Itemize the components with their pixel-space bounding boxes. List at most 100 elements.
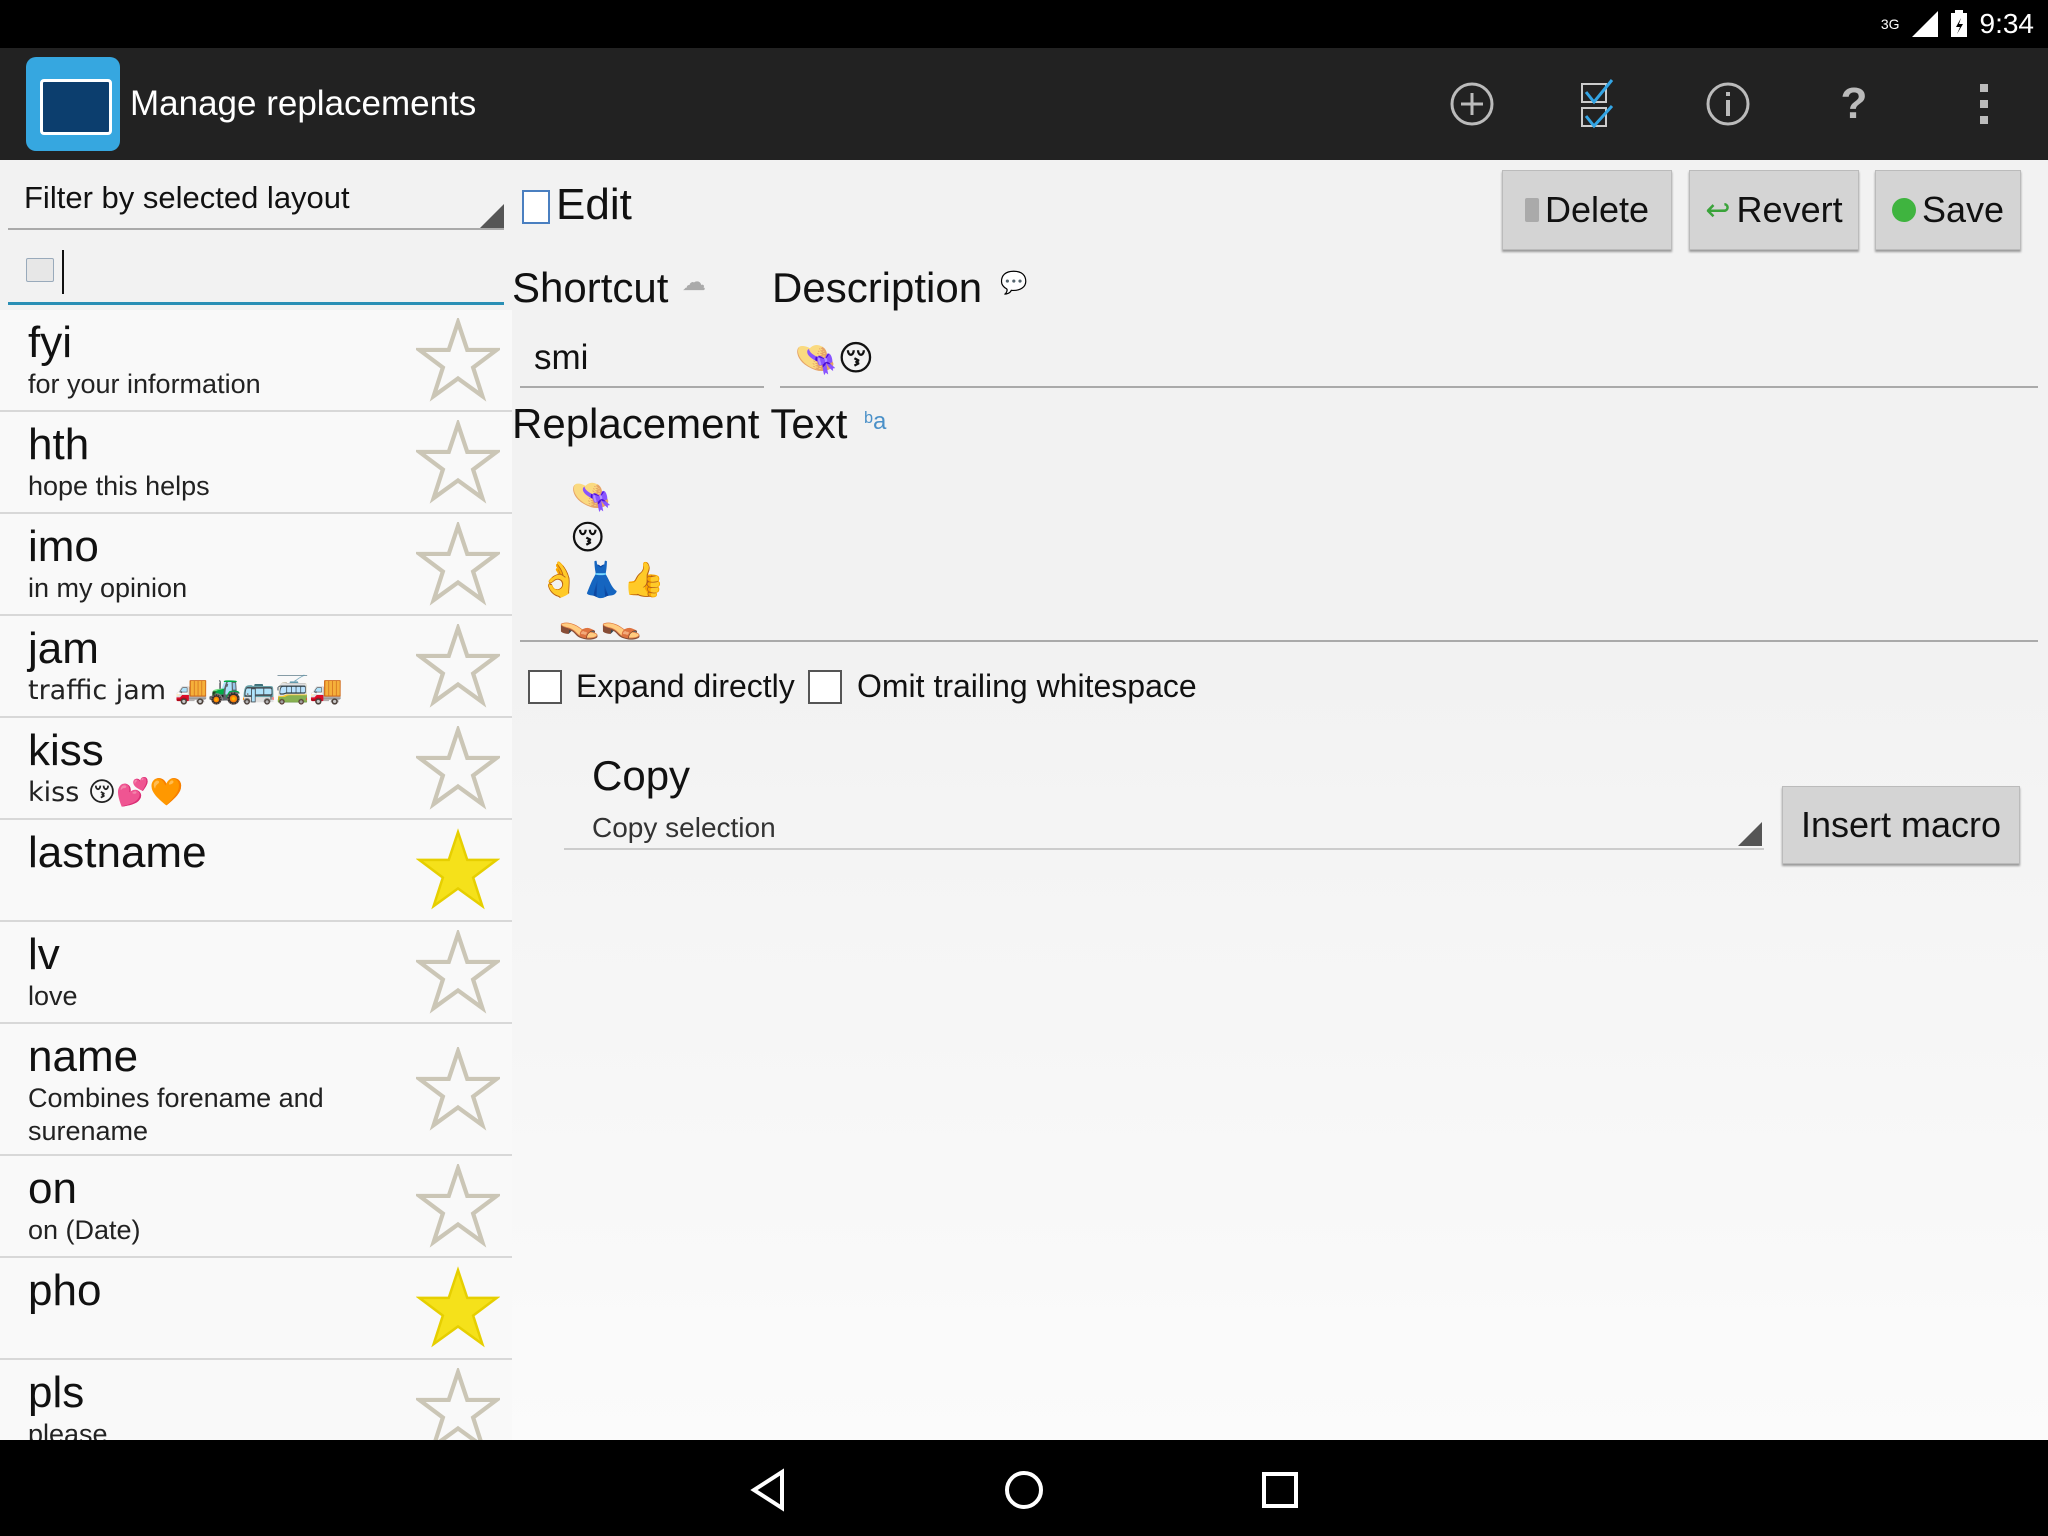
item-shortcut: pls xyxy=(28,1368,85,1417)
item-shortcut: fyi xyxy=(28,318,72,367)
checkmark-icon xyxy=(1891,198,1916,222)
filter-label: Filter by selected layout xyxy=(24,180,350,215)
add-icon[interactable] xyxy=(1442,74,1502,134)
replacement-underline xyxy=(520,640,2038,642)
list-item[interactable]: imo in my opinion xyxy=(0,514,512,616)
item-description: on (Date) xyxy=(28,1215,141,1245)
battery-icon xyxy=(1950,10,1967,37)
item-shortcut: hth xyxy=(28,420,90,469)
status-bar: 3G 9:34 xyxy=(0,0,2048,48)
star-filled-icon[interactable] xyxy=(416,1266,500,1350)
star-outline-icon[interactable] xyxy=(416,726,500,810)
action-bar: Manage replacements ? xyxy=(0,48,2048,160)
item-description: in my opinion xyxy=(28,573,188,603)
macro-title: Copy xyxy=(592,752,691,799)
replacement-line: 👒 xyxy=(570,476,613,516)
macro-subtitle: Copy selection xyxy=(592,812,776,843)
list-item[interactable]: lastname xyxy=(0,820,512,922)
save-label: Save xyxy=(1921,189,2005,230)
revert-label: Revert xyxy=(1736,189,1843,230)
list-item[interactable]: hth hope this helps xyxy=(0,412,512,514)
star-outline-icon[interactable] xyxy=(416,420,500,504)
macro-spinner[interactable]: Copy Copy selection xyxy=(564,726,1764,850)
overflow-menu-icon[interactable] xyxy=(1954,74,2014,134)
delete-button[interactable]: Delete xyxy=(1502,170,1672,250)
replacement-list-pane: Filter by selected layout fyi for your i… xyxy=(0,160,512,1440)
revert-button[interactable]: ↩ Revert xyxy=(1689,170,1859,250)
trash-icon xyxy=(1524,198,1539,222)
list-item[interactable]: jam traffic jam 🚚🚜🚌🚎🚚🚙 xyxy=(0,616,512,739)
home-icon[interactable] xyxy=(1002,1468,1046,1512)
expand-directly-checkbox[interactable] xyxy=(528,670,562,704)
save-button[interactable]: Save xyxy=(1875,170,2021,250)
expand-directly-label: Expand directly xyxy=(576,668,795,704)
layout-filter-spinner[interactable]: Filter by selected layout xyxy=(8,172,504,230)
replacement-line: 😚 xyxy=(570,518,606,558)
replacement-line: 👡👡 xyxy=(558,602,643,642)
navigation-bar xyxy=(0,1440,2048,1536)
lightning-icon: ☁ xyxy=(682,269,706,296)
list-item[interactable]: pls please xyxy=(0,1360,512,1440)
star-outline-icon[interactable] xyxy=(416,624,500,708)
list-item[interactable]: lv love xyxy=(0,922,512,1024)
replacement-line: 👌👗👍 xyxy=(538,560,666,600)
star-outline-icon[interactable] xyxy=(416,1047,500,1131)
translate-icon: ᵇa xyxy=(864,408,887,435)
shortcut-label: Shortcut xyxy=(512,264,669,311)
signal-icon xyxy=(1911,11,1938,37)
item-shortcut: on xyxy=(28,1164,77,1213)
item-description: please xyxy=(28,1419,108,1440)
shortcut-field[interactable]: smi xyxy=(520,328,764,388)
clock: 9:34 xyxy=(1979,8,2035,39)
editor-title: Edit xyxy=(556,180,632,229)
insert-macro-label: Insert macro xyxy=(1800,804,2002,845)
star-outline-icon[interactable] xyxy=(416,930,500,1014)
revert-icon: ↩ xyxy=(1705,193,1731,227)
item-shortcut: jam xyxy=(28,624,99,673)
star-outline-icon[interactable] xyxy=(416,1368,500,1440)
info-icon[interactable] xyxy=(1698,74,1758,134)
shortcut-value: smi xyxy=(534,338,589,377)
omit-whitespace-label: Omit trailing whitespace xyxy=(857,668,1197,704)
list-item[interactable]: name Combines forename and surename xyxy=(0,1024,512,1156)
item-shortcut: lastname xyxy=(28,828,207,877)
item-shortcut: imo xyxy=(28,522,99,571)
app-title: Manage replacements xyxy=(130,84,477,123)
item-shortcut: pho xyxy=(28,1266,102,1315)
item-description: hope this helps xyxy=(28,471,210,501)
app-logo-icon[interactable] xyxy=(26,57,120,151)
replacement-text-label: Replacement Text xyxy=(512,400,848,447)
network-type: 3G xyxy=(1880,16,1900,32)
dropdown-corner-icon xyxy=(1738,822,1762,846)
description-value: 👒😚 xyxy=(794,339,875,379)
recents-icon[interactable] xyxy=(1260,1470,1300,1510)
insert-macro-button[interactable]: Insert macro xyxy=(1782,786,2020,864)
list-item[interactable]: pho xyxy=(0,1258,512,1360)
list-item[interactable]: fyi for your information xyxy=(0,310,512,412)
search-input[interactable] xyxy=(8,242,504,305)
item-shortcut: lv xyxy=(28,930,60,979)
description-label: Description xyxy=(772,264,983,311)
select-all-icon[interactable] xyxy=(1568,74,1628,134)
omit-whitespace-checkbox[interactable] xyxy=(808,670,842,704)
item-description: Combines forename and surename xyxy=(28,1083,324,1146)
speech-bubble-icon: 💬 xyxy=(1000,270,1028,295)
delete-label: Delete xyxy=(1544,189,1650,230)
star-outline-icon[interactable] xyxy=(416,1164,500,1248)
list-item[interactable]: kiss kiss 😚💕🧡 xyxy=(0,718,512,820)
help-icon[interactable]: ? xyxy=(1824,74,1884,134)
item-description: for your information xyxy=(28,369,261,399)
star-outline-icon[interactable] xyxy=(416,318,500,402)
item-shortcut: kiss xyxy=(28,726,104,775)
dropdown-corner-icon xyxy=(480,204,504,228)
list-item[interactable]: on on (Date) xyxy=(0,1156,512,1258)
star-filled-icon[interactable] xyxy=(416,828,500,912)
text-cursor xyxy=(62,250,64,294)
keyboard-icon xyxy=(26,258,54,282)
back-icon[interactable] xyxy=(748,1468,788,1512)
item-shortcut: name xyxy=(28,1032,139,1081)
description-field[interactable]: 👒😚 xyxy=(780,328,2038,388)
replacement-list: fyi for your information hth hope this h… xyxy=(0,310,512,1440)
item-description: kiss 😚💕🧡 xyxy=(28,777,184,808)
star-outline-icon[interactable] xyxy=(416,522,500,606)
